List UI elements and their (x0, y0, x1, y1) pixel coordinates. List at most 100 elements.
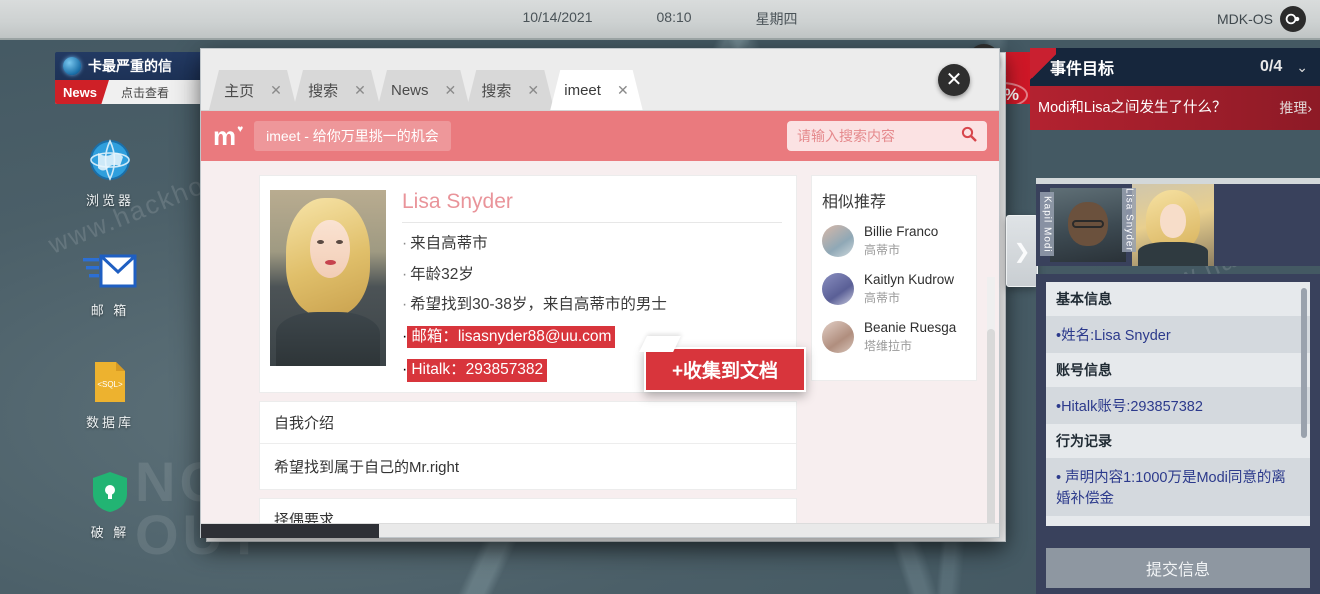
character-card-tray: Kapil Modi Lisa Snyder (1036, 178, 1320, 266)
list-item[interactable]: Kaitlyn Kudrow 高蒂市 (822, 272, 966, 306)
browser-tab-imeet[interactable]: imeet ✕ (550, 70, 642, 110)
objective-count: 0/4 (1260, 58, 1283, 75)
scrollbar-thumb[interactable] (1301, 288, 1307, 438)
os-logo-icon[interactable] (1280, 6, 1306, 32)
submit-button[interactable]: 提交信息 (1046, 548, 1310, 588)
profile-line-email-wrap: · 邮箱：lisasnyder88@uu.com (402, 315, 782, 349)
search-icon[interactable] (961, 126, 977, 147)
shield-crack-icon (55, 466, 165, 518)
quest-text: Modi和Lisa之间发生了什么？ (1038, 99, 1227, 116)
profile-line-preference: · 希望找到30-38岁，来自高蒂市的男士 (402, 296, 667, 314)
info-section-header: 行为记录 (1046, 424, 1310, 458)
sidebar-column: 相似推荐 Billie Franco 高蒂市 Kaitlyn Kudrow 高蒂… (811, 175, 977, 537)
list-item-text: Billie Franco 高蒂市 (864, 224, 938, 258)
similar-name: Kaitlyn Kudrow (864, 271, 955, 287)
desktop-icon-crack[interactable]: 破 解 (55, 466, 165, 541)
profile-line-hitalk[interactable]: Hitalk：293857382 (407, 359, 548, 382)
objective-title: 事件目标 (1050, 61, 1115, 78)
sql-database-icon: <SQL> (55, 356, 165, 408)
info-section-header: 基本信息 (1046, 282, 1310, 316)
desktop-icon-label: 邮 箱 (90, 303, 130, 318)
objective-bar: 事件目标 0/4 ⌄ (1030, 48, 1320, 86)
heart-icon: ♥ (237, 124, 244, 135)
hud-panel: 事件目标 0/4 ⌄ Modi和Lisa之间发生了什么？ 推理› Kapil M… (1030, 48, 1320, 594)
news-more-link[interactable]: 点击查看 (109, 80, 169, 104)
news-badge: News (55, 80, 109, 104)
similar-recommendations-panel: 相似推荐 Billie Franco 高蒂市 Kaitlyn Kudrow 高蒂… (811, 175, 977, 381)
status-right-group: MDK-OS (1217, 6, 1306, 32)
profile-line-age: · 年龄32岁 (402, 265, 474, 283)
list-item[interactable]: Billie Franco 高蒂市 (822, 224, 966, 258)
vertical-scrollbar[interactable] (987, 277, 995, 537)
info-section-header: 账号信息 (1046, 353, 1310, 387)
desktop-icon-label: 破 解 (90, 525, 130, 540)
browser-tab-news[interactable]: News ✕ (377, 70, 470, 110)
system-weekday: 星期四 (755, 11, 798, 27)
tab-label: imeet (564, 81, 601, 99)
browser-tab-home[interactable]: 主页 ✕ (209, 70, 297, 110)
info-row[interactable]: •Hitalk账号:293857382 (1046, 387, 1310, 424)
scrollbar-thumb[interactable] (987, 329, 995, 537)
site-slogan: imeet - 给你万里挑一的机会 (254, 121, 451, 151)
tab-label: 搜索 (308, 82, 339, 100)
avatar (822, 320, 854, 353)
similar-recommendations-title: 相似推荐 (822, 194, 887, 211)
character-card-lisa[interactable]: Lisa Snyder (1122, 184, 1214, 266)
page-title: Lisa Snyder (402, 190, 782, 223)
browser-content: Lisa Snyder · 来自高蒂市 · 年龄32岁 · 希望找到30-38岁，来自… (201, 161, 999, 537)
list-item[interactable]: Beanie Ruesga 塔维拉市 (822, 320, 966, 354)
mail-envelope-icon (55, 244, 165, 296)
list-item-text: Kaitlyn Kudrow 高蒂市 (864, 272, 954, 306)
info-panel: 基本信息 •姓名:Lisa Snyder 账号信息 •Hitalk账号:2938… (1036, 274, 1320, 594)
collect-to-document-button[interactable]: +收集到文档 (644, 347, 806, 392)
similar-city: 高蒂市 (864, 242, 901, 257)
avatar (822, 224, 854, 257)
profile-line-city: · 来自高蒂市 (402, 235, 488, 252)
news-globe-icon (63, 57, 81, 75)
quest-row[interactable]: Modi和Lisa之间发生了什么？ 推理› (1030, 86, 1320, 130)
tab-close-icon[interactable]: ✕ (527, 82, 539, 99)
tab-label: 搜索 (481, 82, 512, 100)
news-headline: 卡最严重的信 (88, 58, 172, 74)
system-date: 10/14/2021 (522, 9, 593, 25)
scrollbar-thumb[interactable] (201, 524, 379, 538)
tab-close-icon[interactable]: ✕ (270, 82, 282, 99)
tab-close-icon[interactable]: ✕ (445, 82, 457, 99)
desktop-icon-browser[interactable]: 浏览器 (55, 134, 165, 209)
imeet-logo-icon[interactable]: m ♥ (213, 123, 244, 149)
desktop-icon-database[interactable]: <SQL> 数据库 (55, 356, 165, 431)
character-card-label: Kapil Modi (1040, 192, 1054, 256)
self-introduction-card: 自我介绍 希望找到属于自己的Mr.right (259, 400, 797, 490)
os-name: MDK-OS (1217, 11, 1273, 27)
desktop-icon-label: 数据库 (85, 415, 134, 430)
desktop-icon-mail[interactable]: 邮 箱 (55, 244, 165, 319)
svg-text:<SQL>: <SQL> (97, 380, 123, 389)
search-placeholder: 请输入搜索内容 (797, 128, 895, 144)
tab-close-icon[interactable]: ✕ (354, 82, 366, 99)
self-introduction-body: 希望找到属于自己的Mr.right (274, 458, 460, 476)
character-card-modi[interactable]: Kapil Modi (1040, 188, 1126, 262)
chevron-down-icon[interactable]: ⌄ (1296, 59, 1308, 76)
self-introduction-title: 自我介绍 (260, 402, 796, 444)
info-row[interactable]: •姓名:Lisa Snyder (1046, 316, 1310, 353)
profile-line-email[interactable]: 邮箱：lisasnyder88@uu.com (407, 325, 616, 349)
browser-tab-search-1[interactable]: 搜索 ✕ (293, 70, 381, 110)
similar-city: 塔维拉市 (864, 338, 913, 353)
tab-label: News (391, 81, 429, 99)
similar-name: Beanie Ruesga (864, 319, 957, 335)
deduce-button[interactable]: 推理› (1279, 98, 1312, 118)
system-status-bar: 10/14/2021 08:10 星期四 MDK-OS (0, 0, 1320, 40)
info-row[interactable]: • 声明内容1:1000万是Modi同意的离婚补偿金 (1046, 458, 1310, 516)
similar-name: Billie Franco (864, 224, 939, 239)
desktop-icon-label: 浏览器 (85, 193, 134, 208)
info-list[interactable]: 基本信息 •姓名:Lisa Snyder 账号信息 •Hitalk账号:2938… (1046, 282, 1310, 526)
list-item-text: Beanie Ruesga 塔维拉市 (864, 320, 956, 354)
browser-tab-strip: 主页 ✕ 搜索 ✕ News ✕ 搜索 ✕ imeet ✕ (201, 49, 999, 111)
tab-close-icon[interactable]: ✕ (617, 82, 629, 99)
avatar (270, 190, 386, 366)
close-icon[interactable]: ✕ (938, 64, 970, 96)
horizontal-scrollbar[interactable] (201, 523, 999, 538)
search-input[interactable]: 请输入搜索内容 (787, 121, 987, 151)
browser-tab-search-2[interactable]: 搜索 ✕ (466, 70, 554, 110)
tab-label: 主页 (224, 82, 255, 100)
